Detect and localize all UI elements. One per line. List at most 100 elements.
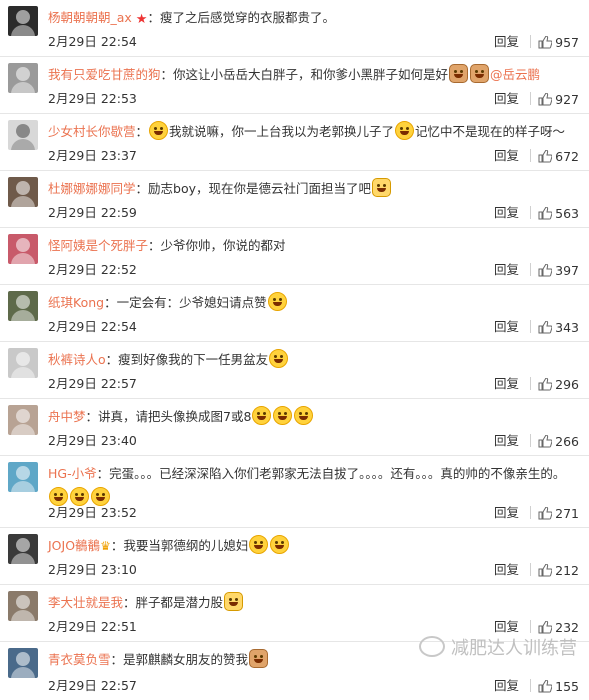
reply-button[interactable]: 回复 — [494, 430, 519, 449]
reply-button[interactable]: 回复 — [494, 316, 519, 335]
divider — [530, 377, 531, 390]
comment-time: 2月29日 23:40 — [48, 433, 137, 448]
divider — [530, 620, 531, 633]
comment-time: 2月29日 23:52 — [48, 505, 137, 520]
thumbs-up-icon — [538, 507, 553, 520]
like-count: 296 — [555, 377, 579, 392]
thumbs-up-icon — [538, 564, 553, 577]
avatar[interactable] — [8, 648, 38, 678]
reply-button[interactable]: 回复 — [494, 559, 519, 578]
thumbs-up-icon — [538, 36, 553, 49]
comment-time: 2月29日 22:57 — [48, 376, 137, 391]
like-button[interactable]: 271 — [538, 506, 579, 521]
comment-author-link[interactable]: 杜娜娜娜娜同学 — [48, 181, 136, 196]
avatar[interactable] — [8, 348, 38, 378]
comment-author-link[interactable]: 秋裤诗人o — [48, 352, 106, 367]
divider — [530, 35, 531, 48]
like-count: 343 — [555, 320, 579, 335]
avatar[interactable] — [8, 6, 38, 36]
cat-emoji-icon — [372, 178, 392, 197]
thumbs-up-icon — [538, 321, 553, 334]
avatar[interactable] — [8, 234, 38, 264]
divider — [530, 506, 531, 519]
like-button[interactable]: 927 — [538, 92, 579, 107]
avatar[interactable] — [8, 177, 38, 207]
reply-button[interactable]: 回复 — [494, 31, 519, 50]
smile-emoji-icon — [149, 121, 169, 140]
like-count: 672 — [555, 149, 579, 164]
avatar[interactable] — [8, 63, 38, 93]
comment-author-link[interactable]: 青衣莫负雪 — [48, 652, 111, 667]
mention-link[interactable]: @岳云鹏 — [490, 67, 540, 82]
reply-button[interactable]: 回复 — [494, 145, 519, 164]
avatar[interactable] — [8, 591, 38, 621]
like-count: 957 — [555, 35, 579, 50]
like-button[interactable]: 397 — [538, 263, 579, 278]
comment-author-link[interactable]: 舟中梦 — [48, 409, 86, 424]
blush-emoji-icon — [270, 535, 290, 554]
laugh-emoji-icon — [395, 121, 415, 140]
comment-author-link[interactable]: 少女村长你歇营 — [48, 124, 136, 139]
blush-emoji-icon — [269, 349, 289, 368]
comment-time: 2月29日 22:52 — [48, 262, 137, 277]
comment-text: 一定会有：少爷媳妇请点赞 — [116, 295, 267, 310]
comment-list: 杨朝朝朝朝_ax ★：瘦了之后感觉穿的衣服都贵了。 2月29日 22:54 回复… — [0, 0, 589, 700]
comment-time: 2月29日 22:57 — [48, 678, 137, 693]
comment-text-continued: 记忆中不是现在的样子呀～ — [415, 124, 566, 139]
avatar[interactable] — [8, 462, 38, 492]
comment-time: 2月29日 23:37 — [48, 148, 137, 163]
like-button[interactable]: 266 — [538, 434, 579, 449]
reply-button[interactable]: 回复 — [494, 202, 519, 221]
reply-button[interactable]: 回复 — [494, 502, 519, 521]
comment-author-link[interactable]: HG-小爷 — [48, 466, 97, 481]
comment-author-link[interactable]: JOJO鶺鶺 — [48, 538, 100, 553]
comment-text: 讲真，请把头像换成图7或8 — [98, 409, 252, 424]
comment-text: 胖子都是潜力股 — [135, 595, 224, 610]
like-button[interactable]: 296 — [538, 377, 579, 392]
avatar[interactable] — [8, 534, 38, 564]
laugh-emoji-icon — [294, 406, 314, 425]
reply-button[interactable]: 回复 — [494, 373, 519, 392]
like-button[interactable]: 343 — [538, 320, 579, 335]
like-button[interactable]: 563 — [538, 206, 579, 221]
comment-row: 怪阿姨是个死胖子：少爷你帅，你说的都对 2月29日 22:52 回复 397 — [0, 228, 589, 285]
doge-emoji-icon — [449, 64, 469, 83]
like-button[interactable]: 672 — [538, 149, 579, 164]
comment-author-link[interactable]: 怪阿姨是个死胖子 — [48, 238, 148, 253]
comment-author-link[interactable]: 杨朝朝朝朝_ax — [48, 10, 132, 25]
comment-author-link[interactable]: 李大壮就是我 — [48, 595, 123, 610]
like-count: 232 — [555, 620, 579, 635]
like-count: 266 — [555, 434, 579, 449]
avatar[interactable] — [8, 291, 38, 321]
comment-author-link[interactable]: 我有只爱吃甘蔗的狗 — [48, 67, 161, 82]
comment-text: 瘦到好像我的下一任男盆友 — [118, 352, 269, 367]
like-button[interactable]: 232 — [538, 620, 579, 635]
comment-text: 少爷你帅，你说的都对 — [160, 238, 286, 253]
divider — [530, 149, 531, 162]
thumbs-up-icon — [538, 207, 553, 220]
blush-emoji-icon — [249, 535, 269, 554]
thumbs-up-icon — [538, 680, 553, 693]
like-count: 563 — [555, 206, 579, 221]
comment-time: 2月29日 22:53 — [48, 91, 137, 106]
divider — [530, 92, 531, 105]
like-button[interactable]: 957 — [538, 35, 579, 50]
comment-row: HG-小爷：完蛋。。。已经深深陷入你们老郭家无法自拔了。。。。还有。。。真的帅的… — [0, 456, 589, 528]
reply-button[interactable]: 回复 — [494, 259, 519, 278]
avatar[interactable] — [8, 405, 38, 435]
reply-button[interactable]: 回复 — [494, 616, 519, 635]
comment-row: 少女村长你歇营： 我就说嘛，你一上台我以为老郭换儿子了 记忆中不是现在的样子呀～ 2… — [0, 114, 589, 171]
like-button[interactable]: 155 — [538, 679, 579, 694]
comment-row: 舟中梦：讲真，请把头像换成图7或8 2月29日 23:40 回复 266 — [0, 399, 589, 456]
avatar[interactable] — [8, 120, 38, 150]
crown-badge-icon: ♛ — [100, 539, 111, 553]
reply-button[interactable]: 回复 — [494, 88, 519, 107]
wechat-icon — [419, 636, 445, 657]
doge-emoji-icon — [470, 64, 490, 83]
comment-text: 瘦了之后感觉穿的衣服都贵了。 — [159, 10, 335, 25]
like-button[interactable]: 212 — [538, 563, 579, 578]
comment-text: 是郭麒麟女朋友的赞我 — [123, 652, 249, 667]
comment-author-link[interactable]: 纸琪Kong — [48, 295, 104, 310]
reply-button[interactable]: 回复 — [494, 675, 519, 694]
doge-emoji-icon — [249, 649, 269, 668]
